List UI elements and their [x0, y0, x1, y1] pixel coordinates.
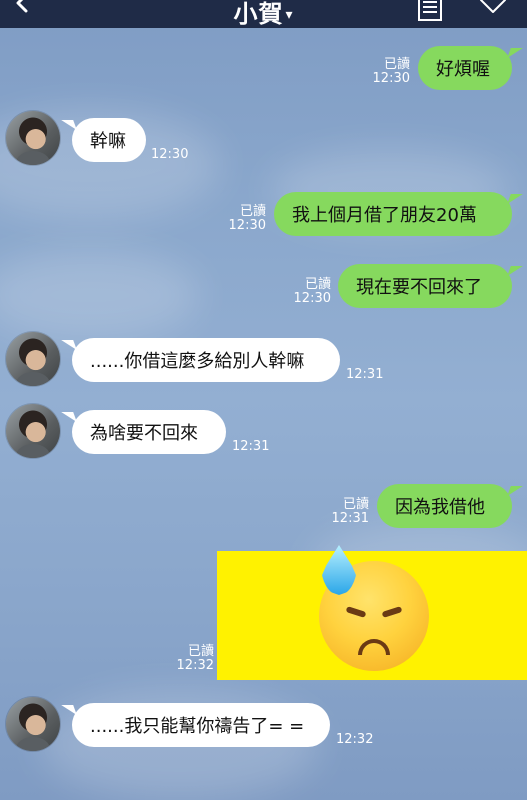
message-meta: 已讀 12:30 — [229, 205, 266, 233]
message-meta: 已讀 12:30 — [373, 58, 410, 86]
read-receipt: 已讀 — [187, 644, 214, 659]
message-bubble-other[interactable]: ......你借這麼多給別人幹嘛 — [72, 338, 340, 382]
message-meta: 已讀 12:32 — [177, 645, 214, 673]
sticker-message[interactable] — [217, 545, 527, 680]
message-time: 12:30 — [151, 147, 189, 162]
message-bubble-other[interactable]: ......我只能幫你禱告了= = — [72, 703, 330, 747]
eye-icon — [381, 606, 403, 618]
avatar[interactable] — [6, 111, 60, 165]
read-receipt: 已讀 — [239, 204, 266, 219]
chat-title-text: 小賀 — [233, 0, 284, 28]
message-bubble-self[interactable]: 因為我借他 — [377, 484, 512, 528]
message-bubble-other[interactable]: 為啥要不回來 — [72, 410, 226, 454]
message-bubble-other[interactable]: 幹嘛 — [72, 118, 146, 162]
message-text: ......我只能幫你禱告了= = — [90, 716, 305, 737]
chevron-down-icon: ▾ — [285, 7, 294, 23]
message-time: 12:31 — [331, 511, 369, 526]
avatar[interactable] — [6, 697, 60, 751]
message-bubble-self[interactable]: 好煩喔 — [418, 46, 512, 90]
eye-icon — [345, 606, 367, 618]
avatar[interactable] — [6, 332, 60, 386]
frown-mouth-icon — [358, 639, 390, 655]
message-text: ......你借這麼多給別人幹嘛 — [90, 351, 305, 372]
chevron-down-icon[interactable] — [478, 0, 508, 22]
message-time: 12:30 — [228, 218, 266, 233]
notes-icon[interactable] — [415, 0, 445, 22]
message-text: 好煩喔 — [436, 59, 490, 80]
avatar[interactable] — [6, 404, 60, 458]
message-text: 因為我借他 — [395, 497, 485, 518]
message-time: 12:32 — [176, 658, 214, 673]
read-receipt: 已讀 — [383, 57, 410, 72]
message-time: 12:30 — [293, 291, 331, 306]
chat-title[interactable]: 小賀 ▾ — [0, 0, 527, 29]
sweat-face-emoji-icon — [319, 545, 429, 671]
message-time: 12:31 — [232, 439, 270, 454]
message-text: 我上個月借了朋友20萬 — [292, 205, 477, 226]
message-bubble-self[interactable]: 我上個月借了朋友20萬 — [274, 192, 512, 236]
chat-background — [0, 0, 527, 800]
read-receipt: 已讀 — [304, 277, 331, 292]
message-time: 12:30 — [372, 71, 410, 86]
message-time: 12:31 — [346, 367, 384, 382]
message-meta: 已讀 12:30 — [294, 278, 331, 306]
chat-header: 小賀 ▾ — [0, 0, 527, 28]
message-text: 幹嘛 — [90, 131, 126, 152]
message-bubble-self[interactable]: 現在要不回來了 — [338, 264, 512, 308]
message-text: 為啥要不回來 — [90, 423, 198, 444]
message-time: 12:32 — [336, 732, 374, 747]
message-meta: 已讀 12:31 — [332, 498, 369, 526]
message-text: 現在要不回來了 — [356, 277, 482, 298]
sweat-drop-icon — [321, 545, 357, 595]
read-receipt: 已讀 — [342, 497, 369, 512]
